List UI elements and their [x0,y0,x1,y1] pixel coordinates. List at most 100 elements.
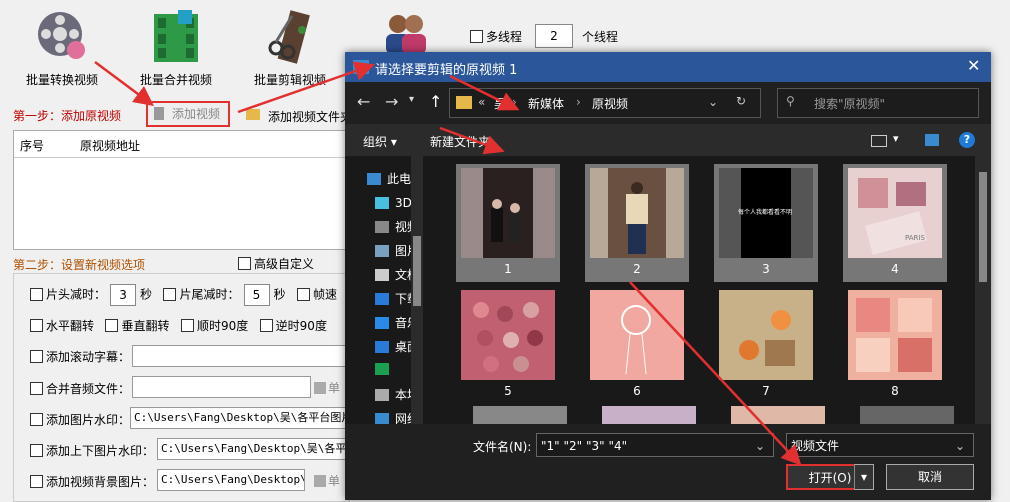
add-video-button[interactable]: 添加视频 [146,101,230,127]
file-tile-1[interactable]: 1 [456,164,560,282]
breadcrumb-prefix[interactable]: « [478,95,485,109]
flip-v-label: 垂直翻转 [121,319,170,333]
batch-convert-label: 批量转换视频 [25,73,98,87]
file-tile-2[interactable]: 2 [585,164,689,282]
users-icon[interactable] [380,10,430,54]
chevron-down-icon[interactable]: ⌄ [708,95,718,109]
rot-cw-label: 顺时90度 [196,319,249,333]
image-wm-checkbox[interactable] [30,413,43,426]
merge-audio-input[interactable] [132,376,311,398]
rot-cw-checkbox[interactable] [180,319,194,332]
file-tile-3[interactable]: 每个人我都看看不明 3 [714,164,818,282]
bg-image-checkbox[interactable] [30,475,43,488]
back-arrow-icon[interactable]: ← [357,92,370,111]
forward-arrow-icon[interactable]: → [385,92,398,111]
head-cut-label: 片头减时： [46,287,107,302]
frame-checkbox[interactable] [296,287,310,301]
batch-merge-tool[interactable]: 批量合并视频 [126,8,226,88]
file-tile-partial[interactable] [860,406,954,424]
help-icon[interactable]: ? [959,132,975,148]
sidebar-scroll-thumb[interactable] [413,236,421,306]
thread-count-input[interactable]: 2 [535,24,573,48]
organize-button[interactable]: 组织 ▾ [363,133,397,150]
merge-audio-checkbox[interactable] [30,382,43,395]
preview-pane-icon[interactable] [925,134,939,146]
file-grid-scrollbar[interactable] [975,156,991,424]
head-cut-checkbox[interactable] [30,287,43,301]
file-name: 6 [633,384,641,398]
file-name: 3 [762,262,770,276]
file-tile-partial[interactable] [602,406,696,424]
filename-label: 文件名(N): [473,440,532,454]
tail-cut-input[interactable]: 5 [243,284,270,306]
file-tile-6[interactable]: 6 [585,286,689,404]
bg-side-checkbox[interactable] [314,475,326,487]
view-mode-icon[interactable] [871,135,887,147]
file-tile-5[interactable]: 5 [456,286,560,404]
video-list-table[interactable]: 序号 原视频地址 [13,130,350,250]
open-dropdown-button[interactable]: ▾ [854,464,874,490]
address-bar[interactable]: « 吴 › 新媒体 › 原视频 ⌄ ↻ [449,88,761,118]
chevron-down-icon[interactable]: ▾ [409,94,414,105]
file-tile-8[interactable]: 8 [843,286,947,404]
sidebar-item-drive[interactable] [375,362,395,376]
file-tile-partial[interactable] [473,406,567,424]
breadcrumb-item-rawvideo[interactable]: 原视频 [592,95,628,112]
bg-image-path-input[interactable]: C:\Users\Fang\Desktop\吴 [157,469,305,491]
breadcrumb-item-newmedia[interactable]: 新媒体 [528,95,564,112]
multithread-option[interactable]: 多线程 [470,28,522,45]
file-name: 8 [891,384,899,398]
file-tile-4[interactable]: PARIS 4 [843,164,947,282]
chevron-down-icon[interactable]: ⌄ [755,434,765,458]
head-cut-input[interactable]: 3 [110,284,137,306]
filename-input[interactable]: "1" "2" "3" "4" ⌄ [536,433,774,457]
col-header-path: 原视频地址 [80,139,141,153]
video-thumbnail [590,168,684,258]
rot-ccw-checkbox[interactable] [259,319,273,332]
chevron-down-icon[interactable]: ▾ [893,132,899,145]
chevron-down-icon[interactable]: ⌄ [955,434,965,458]
file-tile-7[interactable]: 7 [714,286,818,404]
advanced-checkbox[interactable] [238,257,251,270]
flip-v-checkbox[interactable] [105,319,119,332]
breadcrumb-item-wu[interactable]: 吴 [494,95,506,112]
cancel-button[interactable]: 取消 [886,464,974,490]
bg-image-label: 添加视频背景图片： [46,475,155,489]
advanced-option[interactable]: 高级自定义 [238,255,314,272]
search-box[interactable]: ⚲ 搜索"原视频" [777,88,979,118]
batch-convert-tool[interactable]: 批量转换视频 [12,8,112,88]
batch-edit-tool[interactable]: 批量剪辑视频 [240,8,340,88]
thread-unit-label: 个线程 [582,30,619,44]
nav-bar: ← → ▾ ↑ « 吴 › 新媒体 › 原视频 ⌄ ↻ ⚲ 搜索"原视频" [345,82,991,124]
scroll-text-input[interactable] [132,345,347,367]
scissors-film-icon [268,10,310,64]
multithread-checkbox[interactable] [470,30,483,43]
file-name: 7 [762,384,770,398]
dialog-titlebar[interactable]: 请选择要剪辑的原视频 1 ✕ [345,52,991,82]
add-folder-label: 添加视频文件夹 [268,110,353,124]
organize-label: 组织 [363,135,388,149]
tail-cut-checkbox[interactable] [163,287,177,301]
video-thumbnail [461,168,555,258]
cancel-label: 取消 [917,470,942,484]
sidebar-scrollbar[interactable] [411,156,423,424]
bg-side-option[interactable]: 单 [314,472,340,489]
file-grid-scroll-thumb[interactable] [979,172,987,282]
topbottom-wm-path-input[interactable]: C:\Users\Fang\Desktop\吴\各平台 [157,438,347,460]
scroll-text-checkbox[interactable] [30,350,43,363]
audio-side-option[interactable]: 单 [314,379,340,396]
file-tile-partial[interactable] [731,406,825,424]
new-folder-button[interactable]: 新建文件夹 [430,133,490,150]
topbottom-wm-row: 添加上下图片水印： [30,442,154,459]
app-icon [353,60,369,74]
add-folder-button[interactable]: 添加视频文件夹 [246,108,352,125]
refresh-icon[interactable]: ↻ [736,94,746,108]
flip-h-checkbox[interactable] [30,319,43,332]
up-arrow-icon[interactable]: ↑ [429,92,442,111]
filetype-select[interactable]: 视频文件 ⌄ [786,433,974,457]
image-wm-path-input[interactable]: C:\Users\Fang\Desktop\吴\各平台图片 [130,407,347,429]
image-wm-row: 添加图片水印： [30,411,130,428]
search-icon: ⚲ [786,94,795,108]
close-icon[interactable]: ✕ [967,56,980,75]
topbottom-wm-checkbox[interactable] [30,444,43,457]
